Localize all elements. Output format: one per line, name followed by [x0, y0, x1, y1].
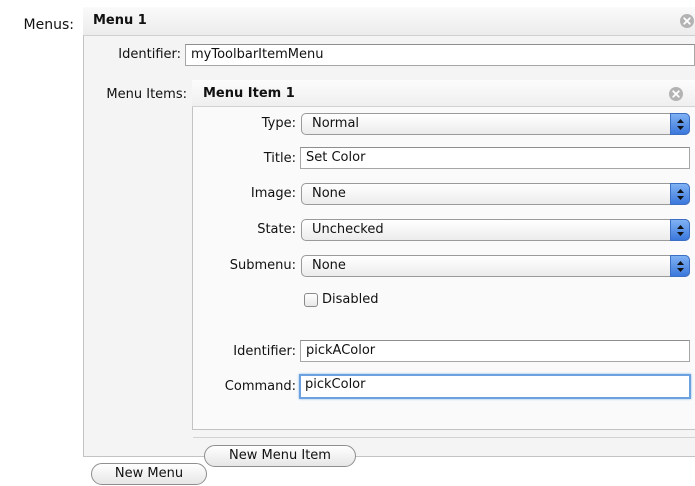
- item-identifier-label: Identifier:: [233, 344, 296, 359]
- close-icon[interactable]: [668, 86, 684, 102]
- menu-header: [83, 7, 695, 36]
- state-label: State:: [257, 222, 296, 237]
- state-popup[interactable]: Unchecked: [301, 219, 690, 241]
- close-icon[interactable]: [679, 13, 695, 29]
- new-menu-item-button[interactable]: New Menu Item: [204, 445, 356, 467]
- type-value: Normal: [312, 116, 360, 131]
- item-identifier-field[interactable]: pickAColor: [300, 340, 690, 362]
- submenu-label: Submenu:: [229, 258, 296, 273]
- new-menu-button[interactable]: New Menu: [91, 463, 207, 485]
- image-label: Image:: [250, 186, 296, 201]
- menu-items-label: Menu Items:: [106, 87, 187, 102]
- updown-arrows-icon: [670, 219, 690, 241]
- title-label: Title:: [263, 151, 296, 166]
- updown-arrows-icon: [670, 113, 690, 135]
- title-field[interactable]: Set Color: [300, 147, 690, 169]
- disabled-checkbox[interactable]: [304, 293, 318, 307]
- menu-item-footer-divider: [193, 437, 695, 438]
- image-value: None: [312, 186, 346, 201]
- menu-identifier-field[interactable]: myToolbarItemMenu: [185, 44, 695, 66]
- updown-arrows-icon: [670, 255, 690, 277]
- menu-title: Menu 1: [93, 13, 147, 28]
- updown-arrows-icon: [670, 183, 690, 205]
- submenu-popup[interactable]: None: [301, 255, 690, 277]
- menu-item-title: Menu Item 1: [203, 86, 295, 101]
- command-label: Command:: [224, 379, 296, 394]
- menus-label: Menus:: [23, 17, 74, 33]
- submenu-value: None: [312, 258, 346, 273]
- menu-identifier-label: Identifier:: [118, 47, 181, 62]
- state-value: Unchecked: [312, 222, 384, 237]
- type-label: Type:: [261, 116, 296, 131]
- command-field[interactable]: pickColor: [299, 374, 691, 399]
- type-popup[interactable]: Normal: [301, 113, 690, 135]
- disabled-label: Disabled: [322, 292, 379, 307]
- image-popup[interactable]: None: [301, 183, 690, 205]
